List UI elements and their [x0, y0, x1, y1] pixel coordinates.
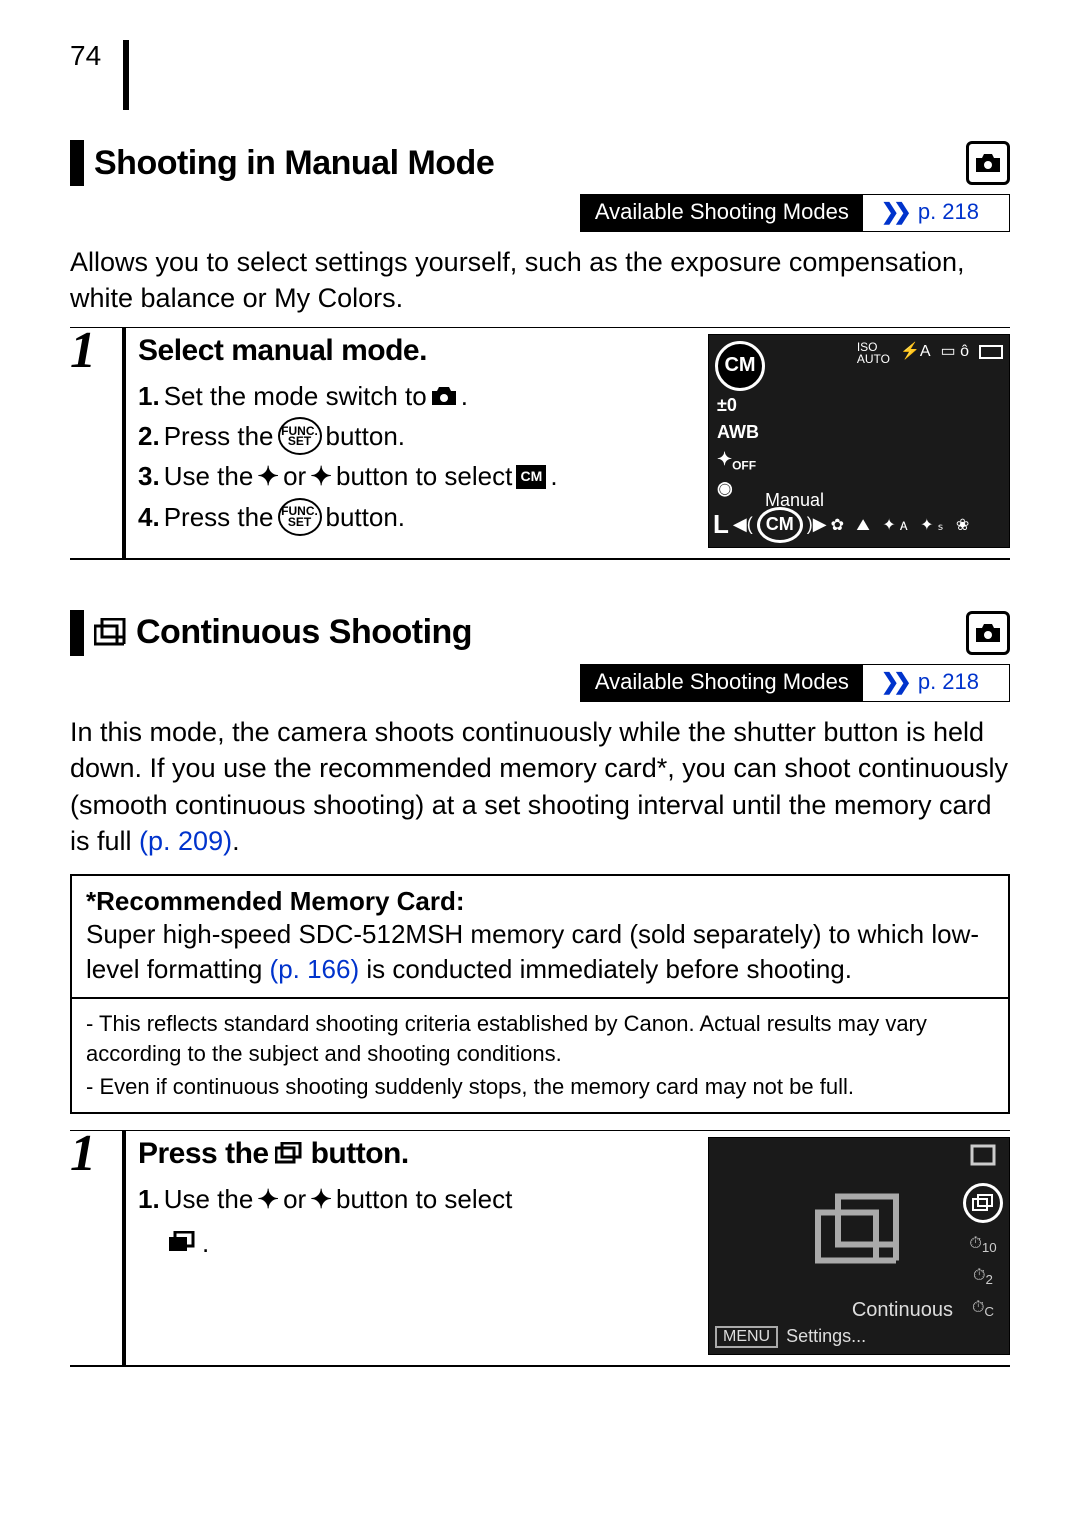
- intro-part-b: .: [232, 826, 240, 856]
- substep-text: Press the: [164, 497, 274, 537]
- substep-4: 4. Press the FUNC. SET button.: [138, 497, 696, 537]
- available-modes-label: Available Shooting Modes: [581, 195, 863, 231]
- step-title: Press the button.: [138, 1137, 696, 1171]
- left-arrow-icon: ✦: [257, 456, 279, 496]
- substep-2: 2. Press the FUNC. SET button.: [138, 416, 696, 456]
- substep-text: Press the: [164, 416, 274, 456]
- camera-mode-icon: [966, 611, 1010, 655]
- substep-tail: button.: [326, 416, 406, 456]
- substep-text: Use the: [164, 1179, 254, 1219]
- section-2-title: Continuous Shooting: [136, 613, 472, 652]
- substep-tail: .: [550, 456, 557, 496]
- substep-tail: .: [202, 1223, 209, 1263]
- substep-text: button to select: [336, 456, 512, 496]
- continuous-shooting-icon: [275, 1142, 305, 1166]
- substep-text: button to select: [336, 1179, 512, 1219]
- continuous-shooting-icon: [94, 618, 130, 648]
- page-209-link[interactable]: (p. 209): [139, 826, 232, 856]
- heading-accent-bar: [70, 140, 84, 186]
- note-divider: [72, 997, 1008, 999]
- note-title: *Recommended Memory Card:: [86, 886, 994, 917]
- substep-1-cont: .: [138, 1223, 696, 1263]
- lcd-frame-icon: ▭ ô: [941, 341, 969, 365]
- substep-text: Use the: [164, 456, 254, 496]
- available-modes-row-1: Available Shooting Modes ❯❯ p. 218: [70, 194, 1010, 232]
- section-2-heading: Continuous Shooting: [70, 610, 1010, 656]
- continuous-select-icon: [168, 1231, 198, 1255]
- lcd-flash-auto: ⚡A: [900, 341, 931, 365]
- up-arrow-icon: ✦: [257, 1179, 279, 1219]
- substep-text: or: [283, 1179, 306, 1219]
- camera-mode-icon: [966, 141, 1010, 185]
- substep-tail: button.: [326, 497, 406, 537]
- section-1-intro: Allows you to select settings yourself, …: [70, 244, 1010, 317]
- section-2-intro: In this mode, the camera shoots continuo…: [70, 714, 1010, 860]
- heading-accent-bar: [70, 610, 84, 656]
- substep-1: 1. Use the ✦ or ✦ button to select: [138, 1179, 696, 1219]
- substep-num: 4.: [138, 497, 160, 537]
- note-body-b: is conducted immediately before shooting…: [359, 954, 852, 984]
- substep-text: or: [283, 456, 306, 496]
- substep-3: 3. Use the ✦ or ✦ button to select CM .: [138, 456, 696, 496]
- page-166-link[interactable]: (p. 166): [270, 954, 360, 984]
- available-modes-row-2: Available Shooting Modes ❯❯ p. 218: [70, 664, 1010, 702]
- substep-tail: .: [461, 376, 468, 416]
- lcd-mode-icons: ✿ ⛰ ✦ᴀ ✦ₛ ❀: [831, 515, 974, 535]
- right-arrow-icon: ✦: [310, 456, 332, 496]
- down-arrow-icon: ✦: [310, 1179, 332, 1219]
- lcd-mycolors-off: ✦OFF: [717, 449, 759, 473]
- lcd-continuous-label: Continuous: [852, 1299, 953, 1322]
- substep-num: 1.: [138, 1179, 160, 1219]
- lcd-settings-text: Settings...: [786, 1326, 866, 1347]
- substep-num: 3.: [138, 456, 160, 496]
- lcd-iso: ISOAUTO: [857, 341, 890, 365]
- step-title: Select manual mode.: [138, 334, 696, 368]
- available-modes-link[interactable]: ❯❯ p. 218: [863, 195, 1009, 231]
- substep-num: 2.: [138, 416, 160, 456]
- lcd-cm-selected: CM: [757, 507, 803, 543]
- note-small-2: - Even if continuous shooting suddenly s…: [86, 1072, 994, 1102]
- substep-text: Set the mode switch to: [164, 376, 427, 416]
- lcd-awb: AWB: [717, 422, 759, 443]
- lcd-timer-2-icon: ⏱2: [973, 1267, 993, 1287]
- section-1-step-block: 1 Select manual mode. 1. Set the mode sw…: [70, 327, 1010, 560]
- cm-mode-icon: CM: [516, 465, 546, 489]
- lcd-cm-circle: CM: [715, 341, 765, 391]
- section-1-title: Shooting in Manual Mode: [94, 144, 494, 183]
- func-set-button-icon: FUNC. SET: [278, 417, 322, 455]
- available-modes-label: Available Shooting Modes: [581, 665, 863, 701]
- step-number: 1: [70, 328, 126, 558]
- step-number: 1: [70, 1131, 126, 1365]
- section-1-heading: Shooting in Manual Mode: [70, 140, 1010, 186]
- lcd-timer-10-icon: ⏱10: [969, 1235, 996, 1255]
- available-modes-link[interactable]: ❯❯ p. 218: [863, 665, 1009, 701]
- mode-switch-camera-icon: [431, 385, 457, 407]
- page-number: 74: [70, 40, 129, 110]
- substep-1: 1. Set the mode switch to .: [138, 376, 696, 416]
- lcd-menu-box: MENU: [715, 1326, 778, 1348]
- lcd-preview-continuous: ⏱10 ⏱2 ⏱C Continuous MENU Settings...: [708, 1137, 1010, 1355]
- recommended-card-note: *Recommended Memory Card: Super high-spe…: [70, 874, 1010, 1114]
- page-header: 74: [70, 40, 1010, 110]
- func-set-button-icon: FUNC. SET: [278, 498, 322, 536]
- lcd-left-paren: ◀(: [733, 514, 753, 535]
- substep-num: 1.: [138, 376, 160, 416]
- lcd-single-icon: [970, 1144, 996, 1171]
- lcd-continuous-selected: [963, 1183, 1003, 1223]
- double-chevron-icon: ❯❯: [881, 199, 906, 224]
- lcd-right-paren: )▶: [807, 514, 827, 535]
- note-small-1: - This reflects standard shooting criter…: [86, 1009, 994, 1068]
- lcd-preview-manual: CM ±0 AWB ✦OFF ◉ ISOAUTO ⚡A ▭ ô Manual: [708, 334, 1010, 548]
- lcd-timer-c-icon: ⏱C: [972, 1299, 994, 1319]
- section-2-step-block: 1 Press the button. 1. Use the: [70, 1130, 1010, 1367]
- lcd-big-continuous-icon: [814, 1192, 904, 1273]
- lcd-battery-icon: [979, 345, 1003, 359]
- lcd-ev: ±0: [717, 395, 759, 416]
- modes-link-text: p. 218: [918, 669, 979, 694]
- lcd-size-l: L: [713, 509, 729, 540]
- double-chevron-icon: ❯❯: [881, 669, 906, 694]
- lcd-metering: ◉: [717, 478, 759, 499]
- modes-link-text: p. 218: [918, 199, 979, 224]
